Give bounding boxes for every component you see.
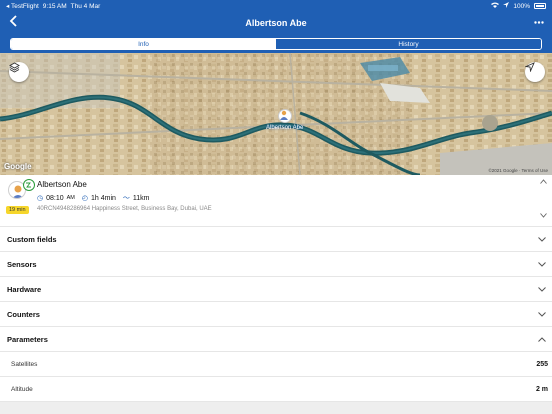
person-icon xyxy=(280,110,288,120)
segmented-control-bar: Info History xyxy=(0,34,552,53)
section-parameters[interactable]: Parameters xyxy=(0,327,552,352)
tab-history[interactable]: History xyxy=(276,39,541,49)
unit-name: Albertson Abe xyxy=(37,180,87,189)
chevron-down-icon xyxy=(538,236,546,242)
chevron-left-icon xyxy=(9,15,17,27)
bottom-spacer xyxy=(0,402,552,414)
map-marker-label: Albertson Abe xyxy=(266,125,304,131)
google-logo: Google xyxy=(4,162,32,171)
map-view[interactable]: Albertson Abe Google ©2021 Google · Term… xyxy=(0,53,552,175)
page-title: Albertson Abe xyxy=(245,18,307,28)
more-button[interactable] xyxy=(534,16,544,26)
map-imagery xyxy=(0,53,552,175)
parameter-row-satellites: Satellites 255 xyxy=(0,352,552,377)
map-copyright[interactable]: ©2021 Google · Terms of Use xyxy=(488,168,548,173)
section-hardware[interactable]: Hardware xyxy=(0,277,552,302)
chevron-down-icon xyxy=(538,286,546,292)
chevron-down-icon xyxy=(538,261,546,267)
parameter-key: Altitude xyxy=(11,385,33,393)
parameter-row-altitude: Altitude 2 m xyxy=(0,377,552,402)
trip-time: 08:10 xyxy=(46,194,64,202)
expand-chevron-down-icon[interactable] xyxy=(540,213,547,220)
section-label: Parameters xyxy=(7,334,48,344)
trip-time-suffix: AM xyxy=(66,195,75,201)
duration-icon: ◴ xyxy=(81,195,88,202)
section-counters[interactable]: Counters xyxy=(0,302,552,327)
section-label: Counters xyxy=(7,309,40,319)
locate-me-button[interactable] xyxy=(525,62,545,82)
segmented-control: Info History xyxy=(10,38,542,50)
back-button[interactable] xyxy=(6,13,20,33)
section-custom-fields[interactable]: Custom fields xyxy=(0,227,552,252)
chevron-up-icon xyxy=(538,336,546,342)
battery-icon xyxy=(534,3,546,9)
unit-trip-meta: ◷ 08:10 AM ◴ 1h 4min 〜 11km xyxy=(37,193,150,203)
section-label: Sensors xyxy=(7,259,37,269)
parameter-key: Satellites xyxy=(11,360,38,368)
distance-icon: 〜 xyxy=(122,195,130,202)
navigation-arrow-icon xyxy=(525,62,535,72)
last-update-badge: 19 min xyxy=(6,206,29,214)
status-time: 9:15 AM xyxy=(42,2,67,10)
ellipsis-icon xyxy=(534,21,544,24)
unit-address: 40RCN4948286964 Happiness Street, Busine… xyxy=(37,206,212,212)
parameter-value: 2 m xyxy=(535,385,548,393)
map-layers-button[interactable] xyxy=(9,62,29,82)
chevron-down-icon xyxy=(538,311,546,317)
battery-percent: 100% xyxy=(513,2,530,10)
trip-distance: 11km xyxy=(132,194,150,202)
wifi-icon xyxy=(491,2,500,10)
status-date: Thu 4 Mar xyxy=(70,2,101,10)
section-label: Custom fields xyxy=(7,234,57,244)
unit-summary-card[interactable]: 19 min Albertson Abe ◷ 08:10 AM ◴ 1h 4mi… xyxy=(0,175,552,227)
details-list: Custom fields Sensors Hardware Counters … xyxy=(0,227,552,402)
layers-icon xyxy=(9,62,20,73)
navigation-bar: Albertson Abe xyxy=(0,12,552,34)
online-status-icon xyxy=(23,179,35,191)
clock-icon: ◷ xyxy=(37,195,44,202)
unit-map-marker[interactable] xyxy=(278,109,292,123)
parameter-value: 255 xyxy=(536,360,548,368)
tab-info[interactable]: Info xyxy=(11,39,276,49)
trip-duration: 1h 4min xyxy=(91,194,116,202)
section-label: Hardware xyxy=(7,284,42,294)
carrier-label: ◂ TestFlight xyxy=(6,3,39,10)
section-sensors[interactable]: Sensors xyxy=(0,252,552,277)
status-bar: ◂ TestFlight 9:15 AM Thu 4 Mar 100% xyxy=(0,0,552,12)
location-status-icon xyxy=(503,2,510,10)
collapse-chevron-up-icon[interactable] xyxy=(540,179,547,186)
